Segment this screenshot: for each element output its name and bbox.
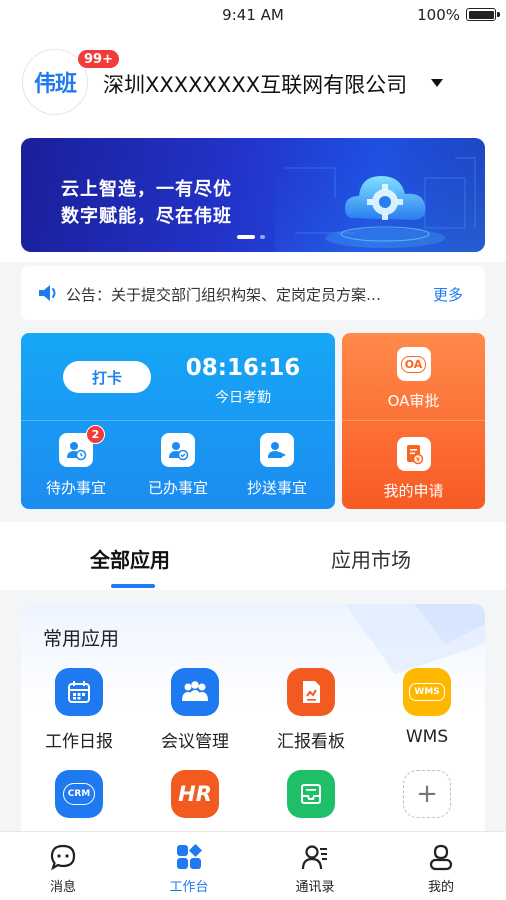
bottom-nav: 消息 工作台 通讯录 我的	[0, 831, 506, 900]
current-time: 08:16:16	[185, 355, 301, 381]
my-application-label: 我的申请	[383, 482, 444, 500]
message-icon	[48, 842, 78, 872]
oa-icon: OA	[396, 347, 431, 381]
banner-section: 云上智造，一有尽优 数字赋能，尽在伟班	[0, 132, 506, 262]
app-meeting[interactable]: 会议管理	[137, 668, 253, 752]
todo-icon: 2	[59, 425, 105, 467]
battery-icon	[466, 8, 496, 21]
app-label: 汇报看板	[277, 732, 345, 752]
cc-label: 抄送事宜	[246, 479, 307, 497]
app-work-daily[interactable]: 工作日报	[21, 668, 137, 752]
profile-icon	[426, 842, 456, 872]
cc-icon	[260, 433, 294, 467]
app-label: 工作日报	[45, 732, 113, 752]
workbench-icon	[174, 842, 204, 872]
oa-approval-label: OA审批	[387, 392, 440, 410]
banner-pagination	[237, 235, 265, 239]
app-hr[interactable]: HR	[137, 770, 253, 818]
todo-item[interactable]: 2 待办事宜	[26, 425, 126, 498]
clock-in-button[interactable]: 打卡	[63, 361, 151, 393]
active-tab-indicator	[111, 584, 155, 588]
done-icon	[161, 433, 195, 467]
caret-down-icon[interactable]	[431, 79, 443, 87]
attendance-card: 打卡 08:16:16 今日考勤 2 待办事宜 已办事宜 抄送事宜	[21, 333, 335, 509]
speaker-icon	[39, 285, 56, 301]
battery-fill	[468, 10, 494, 19]
app-add[interactable]: +	[369, 770, 485, 818]
attendance-label[interactable]: 今日考勤	[181, 387, 305, 407]
pagination-dot-active	[237, 235, 255, 239]
nav-label: 消息	[49, 880, 76, 895]
nav-label: 我的	[427, 880, 454, 895]
announcement-text: 公告：关于提交部门组织构架、定岗定员方案…	[66, 286, 382, 304]
tab-all-apps[interactable]: 全部应用	[90, 544, 170, 573]
calendar-icon	[55, 668, 103, 716]
battery-percent: 100%	[417, 6, 460, 24]
my-application-icon	[396, 437, 431, 471]
app-label: 会议管理	[161, 732, 229, 752]
crm-icon: CRM	[55, 770, 103, 818]
add-icon: +	[403, 770, 451, 818]
banner-headline-2: 数字赋能，尽在伟班	[61, 206, 232, 227]
app-tabs: 全部应用 应用市场	[0, 522, 506, 590]
app-wms[interactable]: WMS WMS	[369, 668, 485, 747]
nav-workbench[interactable]: 工作台	[126, 842, 252, 895]
app-crm[interactable]: CRM	[21, 770, 137, 818]
meeting-icon	[171, 668, 219, 716]
battery-cap	[497, 12, 500, 17]
oa-approval-item[interactable]: OA OA审批	[342, 347, 485, 411]
divider	[21, 420, 335, 421]
promo-banner[interactable]: 云上智造，一有尽优 数字赋能，尽在伟班	[21, 138, 485, 252]
oa-card: OA OA审批 我的申请	[342, 333, 485, 509]
oa-icon-text: OA	[400, 355, 427, 373]
crm-icon-text: CRM	[62, 783, 96, 805]
contacts-icon	[300, 842, 330, 872]
app-report-board[interactable]: 汇报看板	[253, 668, 369, 752]
nav-messages[interactable]: 消息	[0, 842, 126, 895]
done-item[interactable]: 已办事宜	[128, 433, 228, 498]
divider	[342, 420, 485, 421]
announcement-bar[interactable]: 公告：关于提交部门组织构架、定岗定员方案… 更多	[21, 266, 485, 320]
header: 伟班 99+ 深圳XXXXXXXX互联网有限公司	[0, 32, 506, 132]
todo-label: 待办事宜	[45, 479, 106, 497]
app-label: WMS	[405, 727, 449, 747]
frequent-apps-title: 常用应用	[43, 628, 120, 650]
my-application-item[interactable]: 我的申请	[342, 437, 485, 501]
tab-app-market[interactable]: 应用市场	[331, 544, 411, 573]
logo-text: 伟班	[33, 72, 77, 97]
todo-badge: 2	[86, 425, 105, 444]
cc-item[interactable]: 抄送事宜	[227, 433, 327, 498]
wms-icon: WMS	[403, 668, 451, 716]
nav-label: 通讯录	[295, 880, 335, 895]
more-link[interactable]: 更多	[433, 284, 463, 305]
card-decoration	[345, 604, 485, 674]
nav-contacts[interactable]: 通讯录	[252, 842, 378, 895]
app-inbox[interactable]	[253, 770, 369, 818]
cloud-gear-icon	[275, 138, 485, 252]
inbox-icon	[287, 770, 335, 818]
wms-icon-text: WMS	[409, 683, 445, 701]
report-icon	[287, 668, 335, 716]
pagination-dot	[260, 235, 265, 239]
notification-badge: 99+	[76, 48, 121, 70]
status-bar: 9:41 AM 100%	[0, 0, 506, 32]
nav-profile[interactable]: 我的	[378, 842, 504, 895]
done-label: 已办事宜	[147, 479, 208, 497]
frequent-apps-card: 常用应用 工作日报 会议管理 汇报看板 WMS WMS CRM HR +	[21, 604, 485, 864]
nav-label: 工作台	[169, 880, 209, 895]
banner-headline-1: 云上智造，一有尽优	[61, 179, 232, 200]
hr-icon: HR	[171, 770, 219, 818]
company-name[interactable]: 深圳XXXXXXXX互联网有限公司	[103, 69, 407, 99]
